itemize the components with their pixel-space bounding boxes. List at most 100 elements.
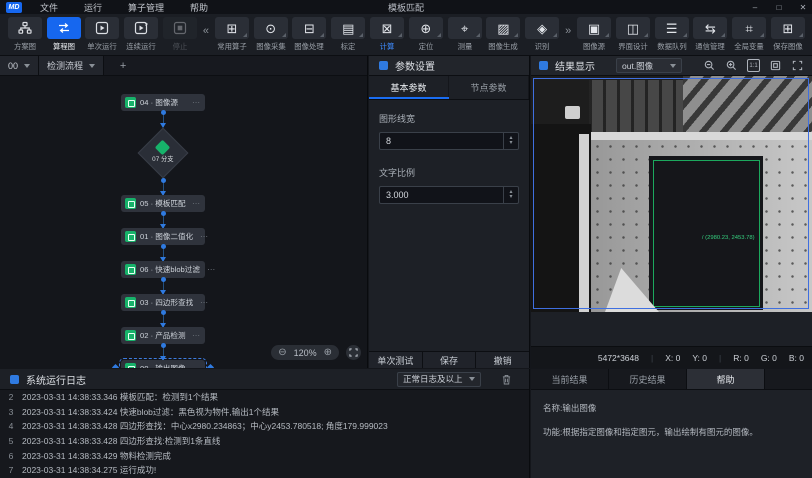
flow-node-branch[interactable]: 07 分支 [121,127,205,179]
text-scale-stepper[interactable]: ▴ ▾ [503,187,518,203]
spin-down-icon[interactable]: ▾ [509,141,512,146]
flow-node-02[interactable]: 02 · 产品检测⋯ [121,327,205,344]
measure-button[interactable]: ⌖测量 [446,17,484,52]
log-entry[interactable]: 52023-03-31 14:38:33.428 四边形查找:检测到1条直线 [0,434,529,449]
minimize-button[interactable]: – [750,3,760,12]
locate-button[interactable]: ⊕定位 [407,17,445,52]
tab-history-result[interactable]: 历史结果 [609,369,687,389]
zoom-in-icon[interactable]: ⊕ [324,347,332,358]
result-image-viewport[interactable]: / (2980.23, 2453.78) [531,76,812,312]
undo-button[interactable]: 撤销 [476,352,529,368]
flow-connector [163,179,164,195]
tab-node-params[interactable]: 节点参数 [449,76,529,99]
single-test-button[interactable]: 单次测试 [369,352,423,368]
node-menu-icon[interactable]: ⋯ [207,265,216,274]
log-filter-dropdown[interactable]: 正常日志及以上 [397,372,481,387]
zoom-out-icon[interactable] [703,59,716,72]
line-width-value[interactable]: 8 [380,136,503,146]
tab-help[interactable]: 帮助 [687,369,765,389]
log-entry[interactable]: 72023-03-31 14:38:34.275 运行成功! [0,463,529,478]
run-loop-button[interactable]: 连续运行 [122,17,160,52]
collapse-left-icon[interactable]: « [203,25,209,37]
flow-node-04[interactable]: 04 · 图像源⋯ [121,94,205,111]
log-line-number: 2 [0,392,22,402]
close-button[interactable]: ✕ [798,3,808,12]
log-entry[interactable]: 22023-03-31 14:38:33.346 模板匹配：检测到1个结果 [0,390,529,405]
node-menu-icon[interactable]: ⋯ [200,232,209,241]
add-flow-tab-button[interactable]: + [112,56,134,75]
common-operators-button[interactable]: ⊞ 常用算子 [213,17,251,52]
log-message: 2023-03-31 14:38:33.424 快速blob过滤：黑色视为物件,… [22,406,279,418]
recognition-button[interactable]: ◈识别 [523,17,561,52]
menu-operator-manage[interactable]: 算子管理 [128,1,164,14]
maximize-button[interactable]: □ [774,3,784,12]
image-capture-button[interactable]: ⊙图像采集 [252,17,290,52]
zoom-in-icon[interactable] [725,59,738,72]
common-operators-icon: ⊞ [226,22,237,35]
node-menu-icon[interactable]: ⋯ [192,98,201,107]
image-process-button[interactable]: ⊟图像处理 [291,17,329,52]
node-menu-icon[interactable]: ⋯ [200,298,209,307]
app-logo: MD [6,2,22,13]
flow-node-01[interactable]: 01 · 图像二值化⋯ [121,228,205,245]
tab-basic-params[interactable]: 基本参数 [369,76,449,99]
flow-index-dropdown[interactable]: 00 [0,56,39,75]
zoom-out-icon[interactable]: ⊖ [278,347,286,358]
result-source-dropdown[interactable]: out.图像 [616,58,682,73]
comm-manage-icon: ⇆ [705,22,716,35]
log-entry-list[interactable]: 22023-03-31 14:38:33.346 模板匹配：检测到1个结果320… [0,390,529,478]
collapse-right-icon[interactable]: » [565,25,571,37]
calibration-button[interactable]: ▤标定 [329,17,367,52]
recognition-icon: ◈ [537,22,547,35]
data-queue-button[interactable]: ☰数据队列 [653,17,691,52]
node-label: 00 · 输出图像 [140,363,186,368]
line-width-input[interactable]: 8 ▴ ▾ [379,132,519,150]
toolbar-button-label: 图像采集 [256,41,285,51]
toolbar-button-label: 常用算子 [217,41,246,51]
tab-current-result[interactable]: 当前结果 [531,369,609,389]
flow-node-00[interactable]: 00 · 输出图像 ⋯ [121,360,205,368]
node-menu-icon[interactable]: ⋯ [192,364,201,368]
global-var-button[interactable]: ⌗全局变量 [730,17,768,52]
toolbar-button-label: 通信管理 [696,41,725,51]
flow-node-03[interactable]: 03 · 四边形查找⋯ [121,294,205,311]
ui-design-button[interactable]: ◫界面设计 [614,17,652,52]
node-menu-icon[interactable]: ⋯ [192,331,201,340]
fullscreen-icon[interactable] [791,59,804,72]
scheme-view-button[interactable]: 方案图 [6,17,44,52]
save-image-button[interactable]: ⊞保存图像 [769,17,807,52]
one-to-one-icon[interactable]: 1:1 [747,59,760,72]
log-message: 2023-03-31 14:38:34.275 运行成功! [22,464,156,476]
image-generate-button[interactable]: ▨图像生成 [485,17,523,52]
fit-image-icon[interactable] [769,59,782,72]
flow-connector [163,111,164,127]
info-panel: 当前结果 历史结果 帮助 名称:输出图像 功能:根据指定图像和指定图元，输出绘制… [531,369,812,478]
line-width-stepper[interactable]: ▴ ▾ [503,133,518,149]
comm-manage-button[interactable]: ⇆ 通信管理 [692,17,730,52]
text-scale-label: 文字比例 [379,166,519,179]
flow-tab-detection[interactable]: 检测流程 [39,56,104,75]
spin-down-icon[interactable]: ▾ [509,195,512,200]
flow-view-button[interactable]: 算程图 [45,17,83,52]
image-source-button[interactable]: ▣图像源 [575,17,613,52]
run-loop-icon [134,21,148,35]
fit-view-button[interactable] [346,345,361,360]
flow-node-05[interactable]: 05 · 模板匹配⋯ [121,195,205,212]
log-entry[interactable]: 32023-03-31 14:38:33.424 快速blob过滤：黑色视为物件… [0,405,529,420]
text-scale-input[interactable]: 3.000 ▴ ▾ [379,186,519,204]
save-button[interactable]: 保存 [423,352,477,368]
log-entry[interactable]: 62023-03-31 14:38:33.429 物料检测完成 [0,448,529,463]
flow-canvas[interactable]: 04 · 图像源⋯ 07 分支 05 · 模板匹配⋯ 01 · 图像二值化⋯ 06 · … [0,76,367,368]
log-entry[interactable]: 42023-03-31 14:38:33.428 四边形查找：中心x2980.2… [0,419,529,434]
flow-node-06[interactable]: 06 · 快速blob过滤⋯ [121,261,205,278]
menu-help[interactable]: 帮助 [190,1,208,14]
run-once-button[interactable]: 单次运行 [84,17,122,52]
menu-run[interactable]: 运行 [84,1,102,14]
node-label: 06 · 快速blob过滤 [140,264,200,274]
text-scale-value[interactable]: 3.000 [380,190,503,200]
calculation-button[interactable]: ⊠计算 [368,17,406,52]
clear-log-button[interactable] [502,374,511,385]
menu-file[interactable]: 文件 [40,1,58,14]
toolbar-button-label: 测量 [457,41,472,51]
node-menu-icon[interactable]: ⋯ [192,199,201,208]
